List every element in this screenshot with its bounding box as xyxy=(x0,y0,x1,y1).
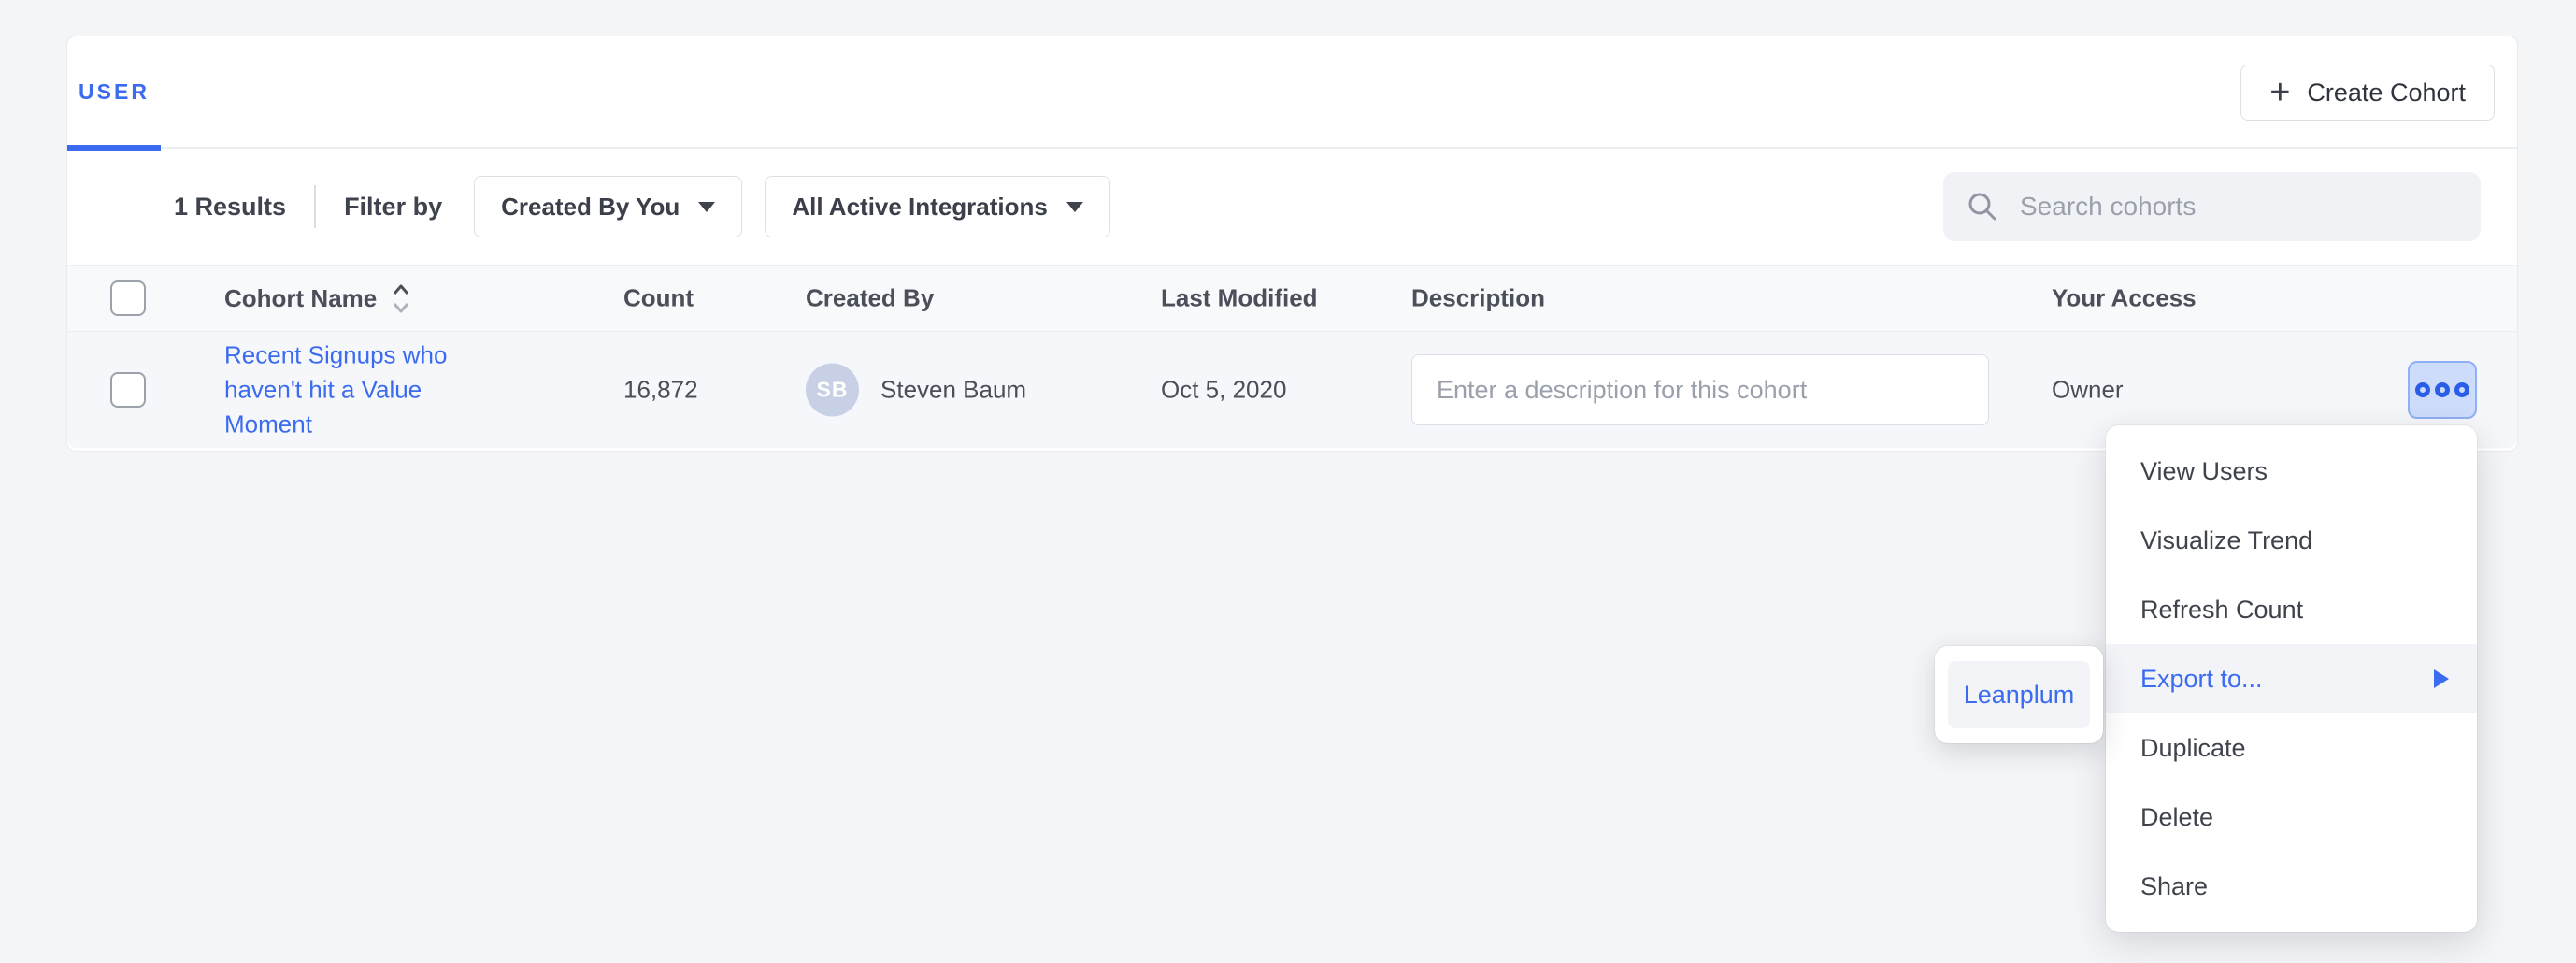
cohort-count: 16,872 xyxy=(623,376,698,405)
created-by-cell: SB Steven Baum xyxy=(806,364,1026,417)
row-context-menu: View Users Visualize Trend Refresh Count… xyxy=(2106,425,2477,932)
cohort-name-link[interactable]: Recent Signups who haven't hit a Value M… xyxy=(224,338,447,442)
more-options-icon xyxy=(2454,382,2469,397)
chevron-down-icon xyxy=(1066,202,1083,212)
last-modified-cell: Oct 5, 2020 xyxy=(1161,376,1286,405)
menu-item-delete[interactable]: Delete xyxy=(2106,783,2477,852)
integrations-dropdown-label: All Active Integrations xyxy=(792,193,1048,222)
column-header-description: Description xyxy=(1411,284,1545,313)
filter-by-label: Filter by xyxy=(344,193,442,222)
more-options-icon xyxy=(2435,382,2450,397)
your-access-cell: Owner xyxy=(2052,376,2124,405)
divider xyxy=(314,185,316,228)
table-header: Cohort Name Count Created By Last Modifi… xyxy=(67,265,2517,332)
more-options-icon xyxy=(2415,382,2430,397)
menu-item-visualize-trend[interactable]: Visualize Trend xyxy=(2106,506,2477,575)
more-options-button[interactable] xyxy=(2408,361,2477,419)
search-input[interactable] xyxy=(2018,191,2458,223)
column-header-your-access: Your Access xyxy=(2052,284,2197,313)
export-submenu: Leanplum xyxy=(1935,646,2103,743)
avatar: SB xyxy=(806,364,859,417)
cohorts-page: USER + Create Cohort 1 Results Filter by… xyxy=(0,0,2576,963)
submenu-item-leanplum[interactable]: Leanplum xyxy=(1948,661,2090,728)
select-all-checkbox[interactable] xyxy=(110,280,146,316)
menu-item-duplicate[interactable]: Duplicate xyxy=(2106,713,2477,783)
search-icon xyxy=(1966,190,1999,223)
tab-bar: USER + Create Cohort xyxy=(67,36,2517,149)
cohorts-card: USER + Create Cohort 1 Results Filter by… xyxy=(66,36,2518,452)
column-header-cohort-name[interactable]: Cohort Name xyxy=(224,280,412,316)
create-cohort-label: Create Cohort xyxy=(2307,79,2466,108)
create-cohort-button[interactable]: + Create Cohort xyxy=(2240,65,2495,121)
column-header-last-modified: Last Modified xyxy=(1161,284,1318,313)
created-by-dropdown-label: Created By You xyxy=(501,193,680,222)
menu-item-export-to[interactable]: Export to... xyxy=(2106,644,2477,713)
chevron-down-icon xyxy=(698,202,715,212)
created-by-dropdown[interactable]: Created By You xyxy=(474,176,742,237)
tab-user[interactable]: USER xyxy=(67,36,161,147)
sort-icon[interactable] xyxy=(390,280,412,316)
plus-icon: + xyxy=(2269,75,2290,110)
column-header-created-by: Created By xyxy=(806,284,934,313)
integrations-dropdown[interactable]: All Active Integrations xyxy=(765,176,1110,237)
column-header-count: Count xyxy=(623,284,694,313)
filter-bar: 1 Results Filter by Created By You All A… xyxy=(67,149,2517,265)
row-checkbox[interactable] xyxy=(110,372,146,408)
menu-item-view-users[interactable]: View Users xyxy=(2106,437,2477,506)
menu-item-refresh-count[interactable]: Refresh Count xyxy=(2106,575,2477,644)
description-input[interactable] xyxy=(1411,354,1989,425)
description-cell xyxy=(1411,354,1989,425)
submenu-arrow-icon xyxy=(2434,669,2449,688)
results-count: 1 Results xyxy=(174,193,286,222)
menu-item-share[interactable]: Share xyxy=(2106,852,2477,921)
search-box[interactable] xyxy=(1943,172,2481,241)
created-by-name: Steven Baum xyxy=(880,376,1026,405)
